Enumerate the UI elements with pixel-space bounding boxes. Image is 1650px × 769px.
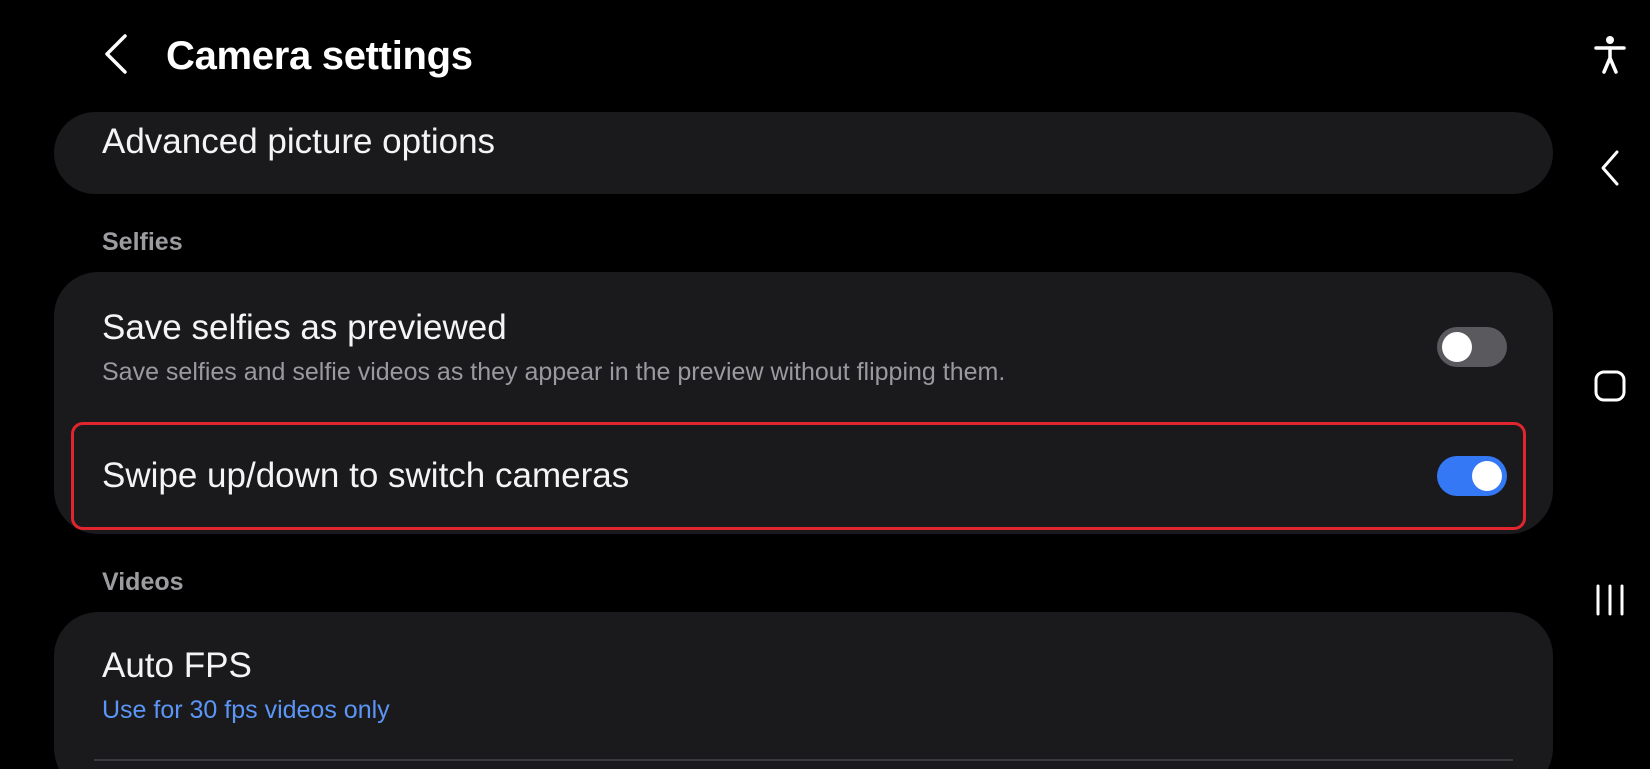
videos-section-header: Videos [102, 568, 184, 596]
advanced-options-card: Advanced picture options [54, 112, 1553, 194]
selfies-card: Save selfies as previewed Save selfies a… [54, 272, 1553, 534]
nav-home-button[interactable] [1570, 362, 1650, 414]
advanced-picture-options-item[interactable]: Advanced picture options [54, 112, 1553, 194]
selfies-section-header: Selfies [102, 228, 183, 256]
auto-fps-item[interactable]: Auto FPS Use for 30 fps videos only [54, 612, 1553, 760]
app-header: Camera settings [0, 0, 1570, 112]
back-button[interactable] [90, 26, 142, 86]
advanced-picture-options-label: Advanced picture options [102, 122, 496, 161]
chevron-left-icon [101, 32, 131, 81]
swipe-switch-cameras-item[interactable]: Swipe up/down to switch cameras [54, 420, 1553, 534]
toggle-knob [1442, 332, 1472, 362]
save-selfies-title: Save selfies as previewed [102, 308, 507, 347]
accessibility-button[interactable] [1570, 30, 1650, 82]
toggle-knob [1472, 461, 1502, 491]
system-nav-bar [1570, 0, 1650, 769]
camera-settings-screen: Camera settings Advanced picture options… [0, 0, 1570, 769]
accessibility-icon [1593, 34, 1627, 79]
divider [94, 759, 1513, 761]
auto-fps-title: Auto FPS [102, 646, 252, 685]
home-icon [1593, 369, 1627, 408]
swipe-switch-title: Swipe up/down to switch cameras [102, 456, 630, 495]
swipe-switch-toggle[interactable] [1437, 456, 1507, 496]
recents-icon [1593, 582, 1627, 623]
save-selfies-as-previewed-item[interactable]: Save selfies as previewed Save selfies a… [54, 272, 1553, 420]
save-selfies-toggle[interactable] [1437, 327, 1507, 367]
save-selfies-subtitle: Save selfies and selfie videos as they a… [102, 358, 1006, 386]
videos-card: Auto FPS Use for 30 fps videos only [54, 612, 1553, 769]
page-title: Camera settings [166, 34, 473, 78]
auto-fps-subtitle: Use for 30 fps videos only [102, 696, 390, 724]
back-icon [1598, 148, 1622, 193]
nav-recents-button[interactable] [1570, 576, 1650, 628]
nav-back-button[interactable] [1570, 144, 1650, 196]
